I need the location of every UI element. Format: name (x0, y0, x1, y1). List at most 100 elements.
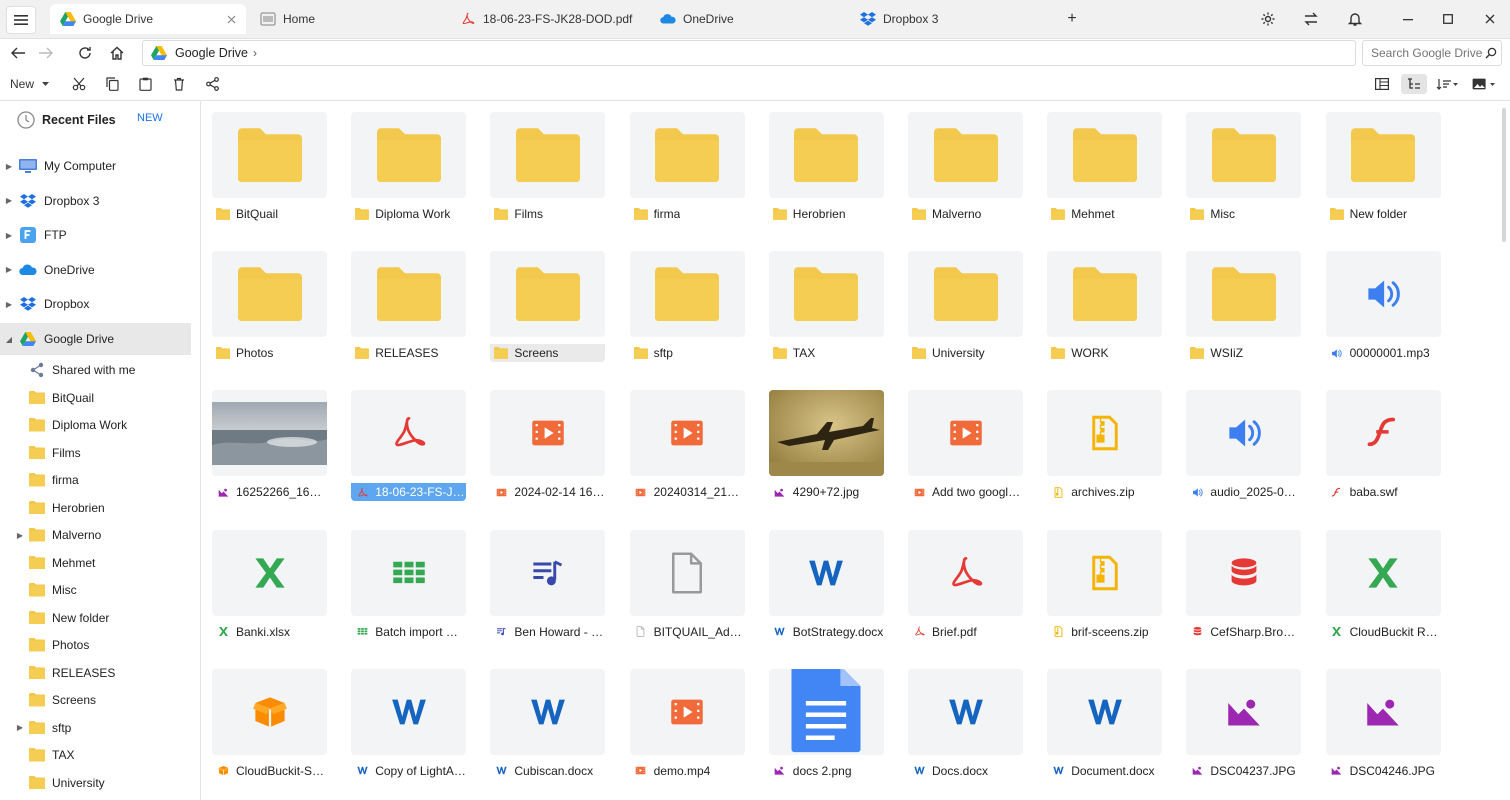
file-tile[interactable]: baba.swf (1325, 390, 1441, 505)
maximize-button[interactable] (1436, 8, 1460, 30)
file-tile[interactable]: 20240314_2157... (629, 390, 745, 505)
vertical-scrollbar[interactable] (1502, 108, 1506, 242)
file-tile[interactable]: demo.mp4 (629, 668, 745, 784)
caret-right-icon[interactable]: ▶ (2, 231, 16, 240)
tab-home[interactable]: Home (250, 4, 446, 34)
caret-right-icon[interactable]: ▶ (2, 300, 16, 309)
file-tile[interactable]: 18-06-23-FS-JK... (351, 390, 467, 505)
file-tile[interactable]: brif-sceens.zip (1047, 529, 1163, 645)
recent-files-item[interactable]: Recent Files (16, 109, 116, 131)
sidebar-child-new-folder[interactable]: New folder (0, 605, 191, 631)
tab-dropbox-3[interactable]: Dropbox 3 (850, 4, 1046, 34)
close-window-button[interactable] (1478, 8, 1502, 30)
sidebar-child-tax[interactable]: TAX (0, 742, 191, 768)
file-tile[interactable]: Banki.xlsx (212, 529, 327, 645)
folder-tile[interactable]: Films (490, 112, 606, 227)
breadcrumb-google-drive[interactable]: Google Drive (175, 46, 248, 60)
forward-button[interactable] (35, 42, 57, 64)
caret-right-icon[interactable]: ▶ (2, 265, 16, 274)
file-tile[interactable]: 16252266_1619... (212, 390, 327, 505)
sort-button[interactable] (1434, 74, 1460, 94)
folder-tile[interactable]: firma (629, 112, 745, 227)
file-tile[interactable]: Cubiscan.docx (490, 668, 606, 784)
file-tile[interactable]: Docs.docx (908, 668, 1023, 784)
file-tile[interactable]: Copy of LightAc... (351, 668, 467, 784)
sidebar-child-films[interactable]: Films (0, 440, 191, 466)
folder-tile[interactable]: Herobrien (768, 112, 884, 227)
file-tile[interactable]: 00000001.mp3 (1325, 251, 1441, 366)
sidebar-child-misc[interactable]: Misc (0, 577, 191, 603)
sidebar-item-dropbox[interactable]: ▶ Dropbox (0, 288, 191, 320)
new-dropdown-button[interactable]: New (10, 74, 52, 94)
file-tile[interactable]: CloudBuckit-Set... (212, 668, 327, 784)
file-tile[interactable]: Document.docx (1047, 668, 1163, 784)
sidebar-child-releases[interactable]: RELEASES (0, 660, 191, 686)
sidebar-child-malverno[interactable]: ▶ Malverno (0, 522, 191, 548)
file-tile[interactable]: 4290+72.jpg (768, 390, 884, 505)
sidebar-child-shared-with-me[interactable]: Shared with me (0, 357, 191, 383)
search-icon[interactable] (1485, 47, 1497, 59)
tab-onedrive[interactable]: OneDrive (650, 4, 846, 34)
file-tile[interactable]: CefSharp.Brows... (1186, 529, 1302, 645)
file-tile[interactable]: Ben Howard - E... (490, 529, 606, 645)
sidebar-item-dropbox-3[interactable]: ▶ Dropbox 3 (0, 185, 191, 217)
sidebar-item-ftp[interactable]: ▶ FTP (0, 219, 191, 251)
file-tile[interactable]: DSC04237.JPG (1186, 668, 1302, 784)
sidebar-child-mehmet[interactable]: Mehmet (0, 550, 191, 576)
share-button[interactable] (203, 74, 221, 94)
folder-tile[interactable]: Photos (212, 251, 327, 366)
file-tile[interactable]: Add two google... (908, 390, 1023, 505)
folder-tile[interactable]: WORK (1047, 251, 1163, 366)
cut-button[interactable] (70, 74, 88, 94)
file-tile[interactable]: Brief.pdf (908, 529, 1023, 645)
folder-tile[interactable]: Diploma Work (351, 112, 467, 227)
file-tile[interactable]: docs 2.png (768, 668, 884, 784)
new-tab-button[interactable]: + (1060, 8, 1084, 30)
minimize-button[interactable] (1396, 8, 1420, 30)
folder-tile[interactable]: WSIiZ (1186, 251, 1302, 366)
folder-tile[interactable]: University (908, 251, 1023, 366)
tab-18-06-23-fs-jk28-dod-pdf[interactable]: 18-06-23-FS-JK28-DOD.pdf (450, 4, 646, 34)
back-button[interactable] (7, 42, 29, 64)
folder-tile[interactable]: BitQuail (212, 112, 327, 227)
delete-button[interactable] (170, 74, 188, 94)
tab-google-drive[interactable]: Google Drive (50, 4, 246, 34)
caret-right-icon[interactable]: ▶ (14, 531, 26, 540)
sidebar-child-sftp[interactable]: ▶ sftp (0, 715, 191, 741)
sidebar-child-university[interactable]: University (0, 770, 191, 796)
sidebar-child-screens[interactable]: Screens (0, 687, 191, 713)
hamburger-menu-button[interactable] (6, 6, 36, 34)
folder-tile[interactable]: RELEASES (351, 251, 467, 366)
file-tile[interactable]: BITQUAIL_Admi... (629, 529, 745, 645)
sidebar-child-photos[interactable]: Photos (0, 632, 191, 658)
file-tile[interactable]: Batch import wi... (351, 529, 467, 645)
folder-tile[interactable]: Misc (1186, 112, 1302, 227)
new-link[interactable]: NEW (137, 112, 163, 124)
folder-tile[interactable]: TAX (768, 251, 884, 366)
sidebar-item-my-computer[interactable]: ▶ My Computer (0, 150, 191, 182)
file-tile[interactable]: audio_2025-01-... (1186, 390, 1302, 505)
panel-view-button[interactable] (1372, 74, 1392, 94)
caret-right-icon[interactable]: ▶ (2, 196, 16, 205)
search-input[interactable] (1369, 45, 1485, 61)
refresh-button[interactable] (74, 42, 96, 64)
notifications-button[interactable] (1343, 8, 1367, 30)
settings-button[interactable] (1256, 8, 1280, 30)
thumbnail-size-button[interactable] (1471, 74, 1497, 94)
file-tile[interactable]: 2024-02-14 16-... (490, 390, 606, 505)
folder-tile[interactable]: Screens (490, 251, 606, 366)
file-tile[interactable]: archives.zip (1047, 390, 1163, 505)
folder-tile[interactable]: Malverno (908, 112, 1023, 227)
caret-down-icon[interactable]: ◢ (2, 335, 16, 344)
folder-tile[interactable]: Mehmet (1047, 112, 1163, 227)
file-tile[interactable]: DSC04246.JPG (1325, 668, 1441, 784)
file-tile[interactable]: CloudBuckit Ro... (1325, 529, 1441, 645)
sidebar-child-firma[interactable]: firma (0, 467, 191, 493)
paste-button[interactable] (136, 74, 154, 94)
sidebar-item-onedrive[interactable]: ▶ OneDrive (0, 254, 191, 286)
address-field[interactable]: Google Drive › (142, 40, 1356, 66)
sidebar-child-herobrien[interactable]: Herobrien (0, 495, 191, 521)
tree-view-toggle[interactable] (1401, 74, 1427, 94)
folder-tile[interactable]: New folder (1325, 112, 1441, 227)
home-button[interactable] (106, 42, 128, 64)
